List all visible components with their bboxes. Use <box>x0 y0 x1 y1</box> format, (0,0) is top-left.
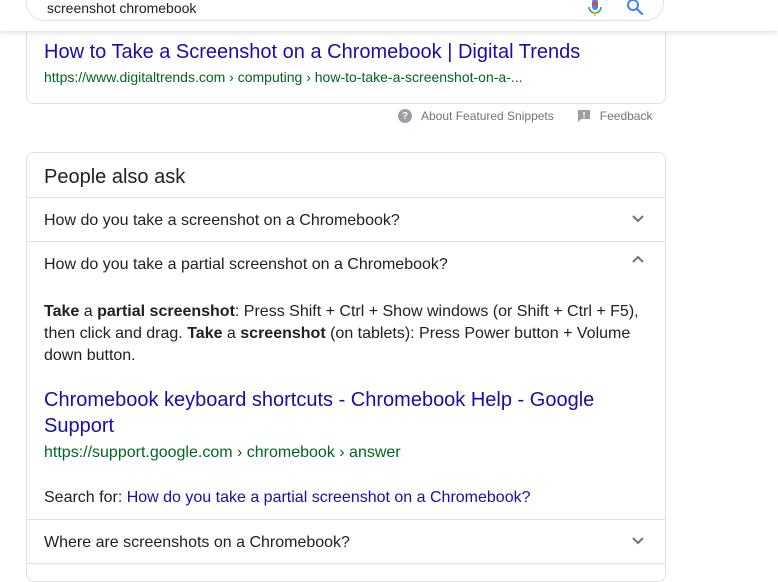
search-icon[interactable] <box>626 0 644 16</box>
search-for-label: Search for: <box>44 489 127 506</box>
chevron-down-icon[interactable] <box>631 536 645 546</box>
about-featured-snippets-label: About Featured Snippets <box>421 109 554 123</box>
feedback-label: Feedback <box>599 109 653 123</box>
answer-text-span: a <box>222 325 241 342</box>
paa-question-text: Where are screenshots on a Chromebook? <box>44 534 350 551</box>
microphone-icon[interactable] <box>587 0 603 17</box>
people-also-ask-card: People also ask How do you take a screen… <box>26 152 666 582</box>
search-for-link[interactable]: How do you take a partial screenshot on … <box>127 489 531 506</box>
paa-question-text: How do you take a screenshot on a Chrome… <box>44 212 400 229</box>
answer-bold: Take <box>187 325 223 342</box>
paa-question-2[interactable]: How do you take a partial screenshot on … <box>27 242 665 285</box>
about-featured-snippets-link[interactable]: ? About Featured Snippets <box>398 109 554 123</box>
people-also-ask-heading: People also ask <box>44 166 186 188</box>
paa-question-text: How do you take a partial screenshot on … <box>44 256 448 273</box>
answer-source-title-link[interactable]: Chromebook keyboard shortcuts - Chromebo… <box>44 387 624 439</box>
feedback-icon <box>577 110 590 122</box>
search-input[interactable]: screenshot chromebook <box>47 0 196 16</box>
paa-question-3[interactable]: Where are screenshots on a Chromebook? <box>27 520 665 563</box>
chevron-up-icon[interactable] <box>631 254 645 264</box>
paa-question-1[interactable]: How do you take a screenshot on a Chrome… <box>27 198 665 241</box>
answer-bold: Take <box>44 303 80 320</box>
feedback-link[interactable]: Feedback <box>577 109 653 123</box>
header: screenshot chromebook <box>0 0 778 31</box>
answer-bold: screenshot <box>240 325 326 342</box>
featured-snippet-title-link[interactable]: How to Take a Screenshot on a Chromebook… <box>44 40 580 64</box>
chevron-down-icon[interactable] <box>631 214 645 224</box>
help-icon: ? <box>398 109 412 123</box>
snippet-footer-links: ? About Featured Snippets Feedback <box>398 109 652 123</box>
paa-answer-text: Take a partial screenshot: Press Shift +… <box>44 301 644 367</box>
search-for-row: Search for: How do you take a partial sc… <box>44 488 531 508</box>
answer-text-span: a <box>79 303 98 320</box>
answer-bold: partial screenshot <box>97 303 235 320</box>
featured-snippet-url: https://www.digitaltrends.com › computin… <box>44 69 523 85</box>
divider <box>27 563 665 564</box>
search-box[interactable]: screenshot chromebook <box>26 0 664 21</box>
answer-source-url: https://support.google.com › chromebook … <box>44 444 401 461</box>
